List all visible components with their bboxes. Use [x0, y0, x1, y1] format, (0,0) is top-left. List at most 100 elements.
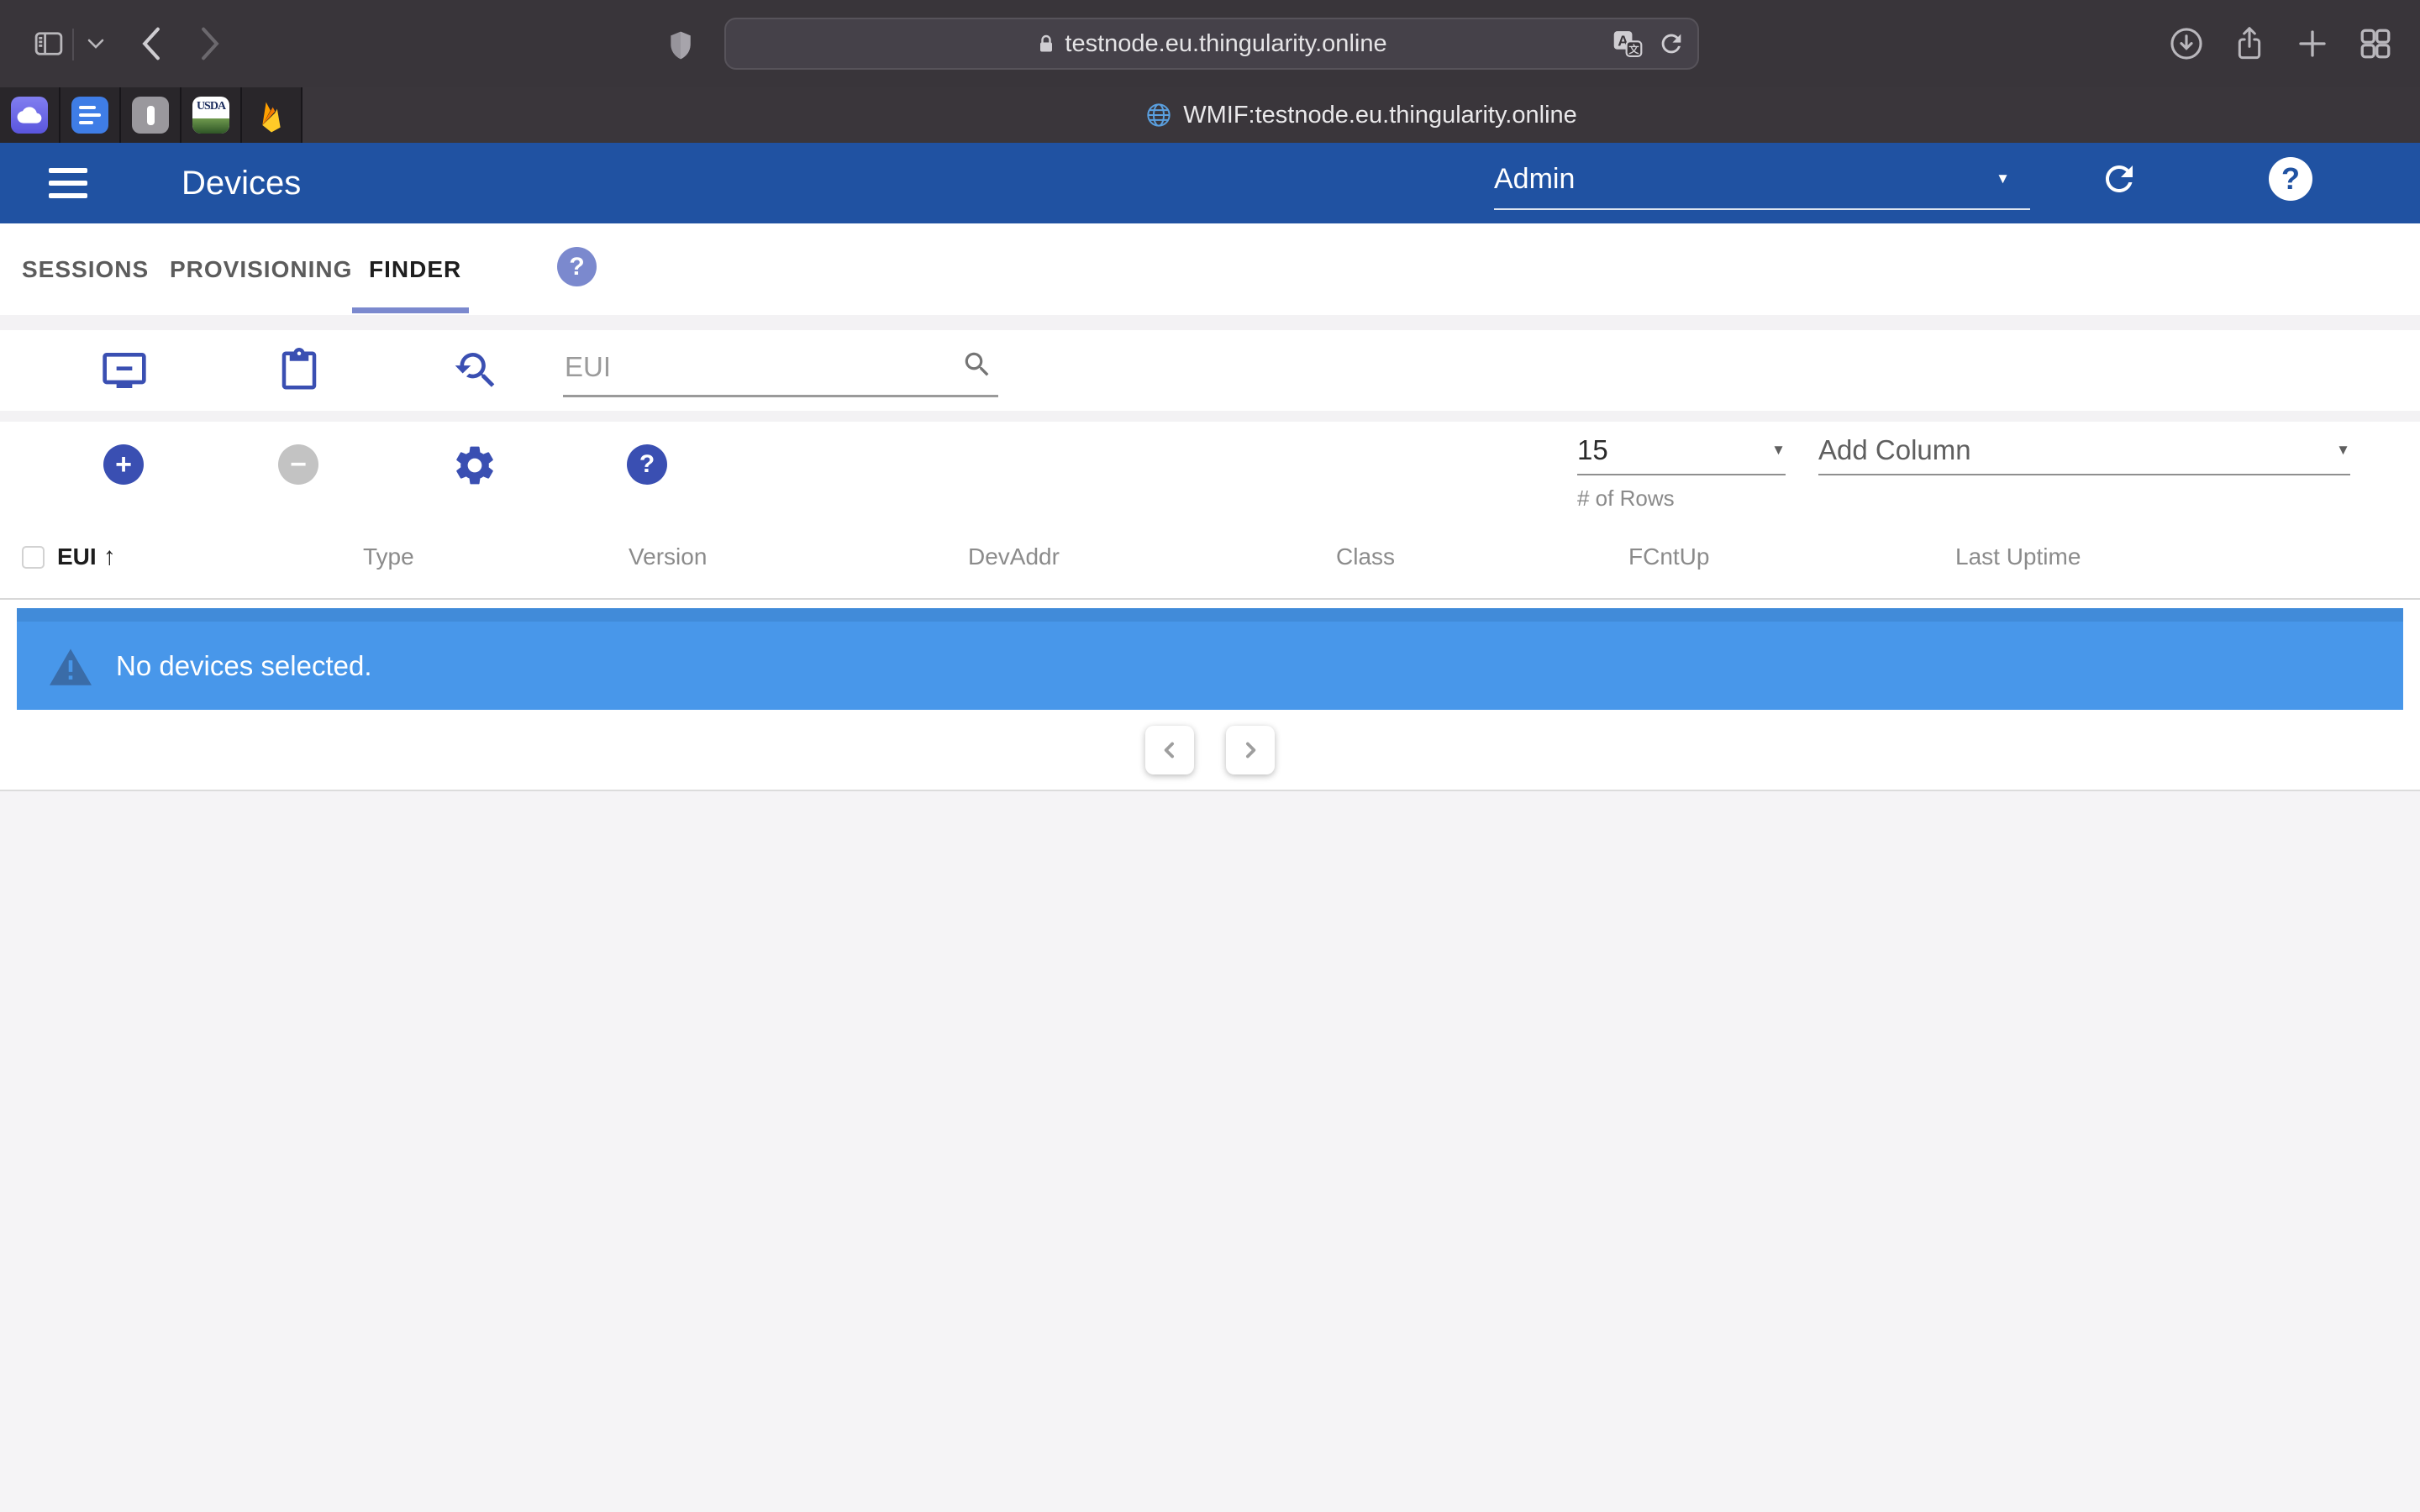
settings-button[interactable]	[451, 442, 498, 489]
rows-helper-label: # of Rows	[1577, 486, 1675, 512]
add-button[interactable]: +	[103, 444, 144, 485]
translate-button[interactable]: A 文	[1612, 19, 1644, 68]
hamburger-bar	[49, 193, 87, 198]
remove-device-button[interactable]	[101, 347, 148, 394]
chevron-down-icon: ▼	[1771, 442, 1786, 459]
info-app-icon	[132, 97, 169, 134]
refresh-button[interactable]	[2097, 157, 2141, 201]
chevron-down-icon: ▼	[2336, 442, 2350, 459]
tab-strip: USDA WMIF:testnode.eu.thingularity.onlin…	[0, 87, 2420, 143]
active-tab-title: WMIF:testnode.eu.thingularity.online	[1183, 102, 1577, 129]
finder-toolbar	[0, 330, 2420, 411]
nav-tabs: SESSIONS PROVISIONING FINDER ?	[0, 223, 2420, 315]
alert-body: No devices selected.	[17, 622, 2403, 710]
share-button[interactable]	[2228, 20, 2271, 67]
search-icon	[961, 349, 993, 381]
info-alert: No devices selected.	[17, 608, 2403, 710]
firebase-flame-icon	[255, 97, 288, 134]
new-tab-button[interactable]	[2291, 22, 2334, 66]
info-bar	[147, 106, 155, 125]
chevron-down-icon	[87, 38, 105, 50]
remove-button[interactable]: −	[278, 444, 318, 485]
sort-ascending-icon: ↑	[103, 543, 116, 571]
rows-per-page-select[interactable]: 15 ▼	[1577, 427, 1786, 475]
back-button[interactable]	[133, 24, 170, 64]
search-history-icon	[451, 347, 498, 394]
pinned-tab-firebase[interactable]	[242, 87, 302, 143]
eui-search-input[interactable]	[563, 351, 933, 395]
tab-overview-button[interactable]	[2354, 22, 2397, 66]
pinned-tab-cloud[interactable]	[0, 87, 60, 143]
alert-container: No devices selected.	[0, 600, 2420, 710]
settings-gear-icon	[451, 442, 498, 489]
grid-icon	[2358, 26, 2393, 61]
alert-message: No devices selected.	[116, 650, 372, 682]
app-header: Devices Admin ▼ ?	[0, 143, 2420, 223]
back-chevron-icon	[139, 25, 164, 62]
usda-landscape	[192, 118, 229, 134]
selection-toolbar: + − ? 15 ▼ # of Rows Add Column ▼	[0, 422, 2420, 516]
tab-finder[interactable]: FINDER	[369, 223, 461, 315]
tab-sessions[interactable]: SESSIONS	[22, 223, 149, 315]
downloads-button[interactable]	[2165, 22, 2208, 66]
docs-app-icon	[71, 97, 108, 134]
tab-provisioning[interactable]: PROVISIONING	[170, 223, 352, 315]
alert-top-strip	[17, 608, 2403, 622]
next-page-button[interactable]	[1226, 726, 1275, 774]
column-header-version[interactable]: Version	[629, 543, 968, 570]
menu-button[interactable]	[49, 168, 87, 198]
column-header-last-uptime[interactable]: Last Uptime	[1955, 543, 2081, 570]
previous-page-button[interactable]	[1145, 726, 1194, 774]
plus-icon: +	[115, 449, 132, 481]
column-header-devaddr[interactable]: DevAddr	[968, 543, 1336, 570]
eui-search-field[interactable]	[563, 339, 998, 397]
reload-button[interactable]	[1657, 19, 1686, 68]
minus-icon: −	[290, 449, 307, 481]
question-mark-icon: ?	[639, 450, 655, 479]
column-header-fcntup[interactable]: FCntUp	[1628, 543, 1955, 570]
select-all-checkbox[interactable]	[22, 546, 45, 569]
question-mark-icon: ?	[2281, 161, 2300, 197]
column-header-class[interactable]: Class	[1336, 543, 1628, 570]
privacy-report-button[interactable]	[664, 27, 697, 64]
docs-line	[79, 113, 101, 117]
search-history-button[interactable]	[451, 347, 498, 394]
svg-text:文: 文	[1628, 43, 1639, 55]
hamburger-icon	[49, 168, 87, 173]
account-select-value: Admin	[1494, 163, 1575, 196]
usda-wordmark: USDA	[197, 100, 225, 113]
active-tab[interactable]: WMIF:testnode.eu.thingularity.online	[302, 87, 2420, 143]
chevron-down-icon: ▼	[1996, 171, 2010, 187]
lock-icon	[1036, 32, 1056, 55]
hamburger-bar	[49, 181, 87, 186]
forward-button[interactable]	[192, 24, 229, 64]
active-tab-underline	[352, 307, 469, 313]
paste-list-button[interactable]	[276, 347, 323, 394]
header-help-button[interactable]: ?	[2269, 157, 2312, 201]
page-title: Devices	[182, 143, 301, 223]
share-icon	[2233, 24, 2266, 64]
url-text: testnode.eu.thingularity.online	[1065, 30, 1386, 58]
section-gap	[0, 411, 2420, 422]
add-column-select[interactable]: Add Column ▼	[1818, 427, 2350, 475]
sidebar-menu-button[interactable]	[84, 35, 108, 52]
reload-icon	[1657, 29, 1686, 58]
address-bar[interactable]: testnode.eu.thingularity.online A 文	[724, 18, 1699, 70]
docs-line	[79, 121, 93, 124]
pinned-tab-usda[interactable]: USDA	[182, 87, 242, 143]
account-select[interactable]: Admin ▼	[1494, 150, 2030, 210]
chevron-right-icon	[1238, 738, 1263, 763]
toolbar-help-button[interactable]: ?	[627, 444, 667, 485]
pinned-tab-docs[interactable]	[60, 87, 121, 143]
section-gap	[0, 315, 2420, 330]
chevron-left-icon	[1157, 738, 1182, 763]
pinned-tab-info[interactable]	[121, 87, 182, 143]
field-search-button[interactable]	[961, 349, 993, 385]
column-header-eui[interactable]: EUI ↑	[57, 543, 363, 571]
tabs-help-button[interactable]: ?	[557, 247, 597, 286]
column-header-type[interactable]: Type	[363, 543, 629, 570]
sidebar-toggle-button[interactable]	[30, 26, 67, 61]
add-column-label: Add Column	[1818, 434, 1971, 466]
docs-line	[79, 106, 96, 109]
usda-site-icon: USDA	[192, 97, 229, 134]
